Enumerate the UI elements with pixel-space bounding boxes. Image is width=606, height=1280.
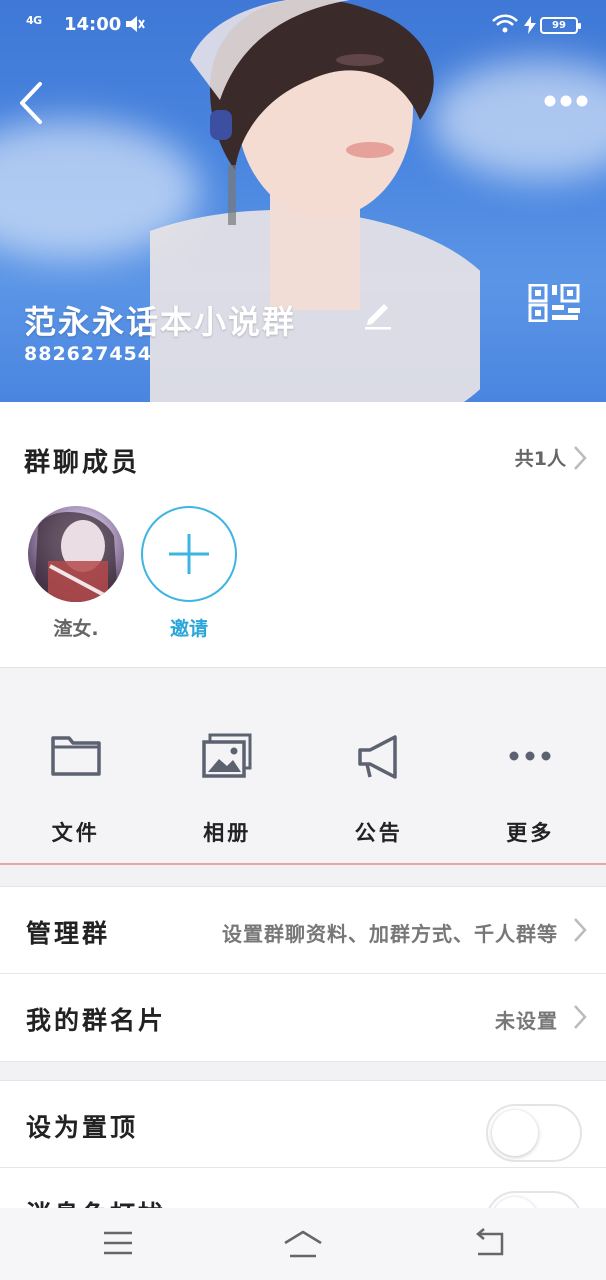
member-name: 渣女.	[53, 618, 99, 640]
members-count-link[interactable]: 共1人	[515, 444, 588, 471]
shortcut-grid: 文件 相册 公告 更多	[0, 669, 606, 865]
members-count: 共1人	[514, 448, 566, 470]
group-name: 范永永话本小说群	[24, 303, 297, 341]
group-id: 882627454	[24, 343, 152, 365]
shortcut-announcement[interactable]: 公告	[303, 669, 455, 863]
group-card-row[interactable]: 我的群名片 未设置	[0, 974, 606, 1061]
pin-to-top-row: 设为置顶	[0, 1081, 606, 1168]
toggle-knob	[492, 1110, 538, 1156]
back-arrow-icon[interactable]	[14, 80, 54, 126]
back-icon[interactable]	[472, 1228, 506, 1258]
shortcut-files[interactable]: 文件	[0, 669, 152, 863]
plus-icon	[169, 534, 209, 574]
group-card-value: 未设置	[495, 1009, 558, 1033]
members-section: 群聊成员 共1人 渣女. 邀请	[0, 402, 606, 668]
status-time: 14:00	[64, 14, 122, 35]
more-dots-icon[interactable]	[540, 86, 592, 116]
members-title: 群聊成员	[24, 448, 141, 478]
manage-group-hint: 设置群聊资料、加群方式、千人群等	[222, 922, 558, 946]
status-bar: 4G 14:00 99	[0, 0, 606, 50]
shortcut-label: 更多	[506, 821, 555, 845]
megaphone-icon	[358, 735, 397, 779]
pin-to-top-toggle[interactable]	[486, 1104, 582, 1162]
invite-label: 邀请	[169, 618, 208, 640]
folder-icon	[51, 736, 101, 776]
more-dots-icon	[509, 751, 551, 761]
chevron-right-icon	[574, 1005, 587, 1029]
manage-group-row[interactable]: 管理群 设置群聊资料、加群方式、千人群等	[0, 887, 606, 974]
invite-button[interactable]	[141, 506, 237, 602]
management-section: 管理群 设置群聊资料、加群方式、千人群等 我的群名片 未设置	[0, 886, 606, 1062]
member-avatar[interactable]	[28, 506, 124, 602]
shortcut-album[interactable]: 相册	[152, 669, 304, 863]
shortcut-label: 文件	[51, 821, 100, 845]
shortcut-label: 相册	[203, 821, 252, 845]
chevron-right-icon	[574, 918, 587, 942]
qr-code-icon[interactable]	[528, 284, 584, 322]
shortcut-more[interactable]: 更多	[455, 669, 606, 863]
photo-album-icon	[202, 733, 252, 778]
chevron-right-icon	[574, 445, 587, 470]
pin-to-top-label: 设为置顶	[26, 1113, 139, 1142]
edit-pencil-icon[interactable]	[362, 298, 394, 330]
battery-level: 99	[552, 20, 566, 31]
network-indicator: 4G	[26, 14, 42, 27]
battery-indicator: 99	[540, 17, 581, 34]
shortcut-label: 公告	[354, 821, 403, 845]
home-icon[interactable]	[282, 1228, 324, 1260]
menu-icon[interactable]	[102, 1228, 134, 1258]
member-avatar-image	[34, 512, 118, 602]
group-card-label: 我的群名片	[26, 1006, 167, 1035]
mute-icon	[126, 16, 145, 32]
charging-icon	[524, 16, 536, 34]
wifi-icon	[492, 14, 518, 33]
group-header-banner: 4G 14:00 99 范永永话本小说群 882627454	[0, 0, 606, 402]
manage-group-label: 管理群	[26, 919, 111, 948]
system-navigation-bar	[0, 1208, 606, 1280]
